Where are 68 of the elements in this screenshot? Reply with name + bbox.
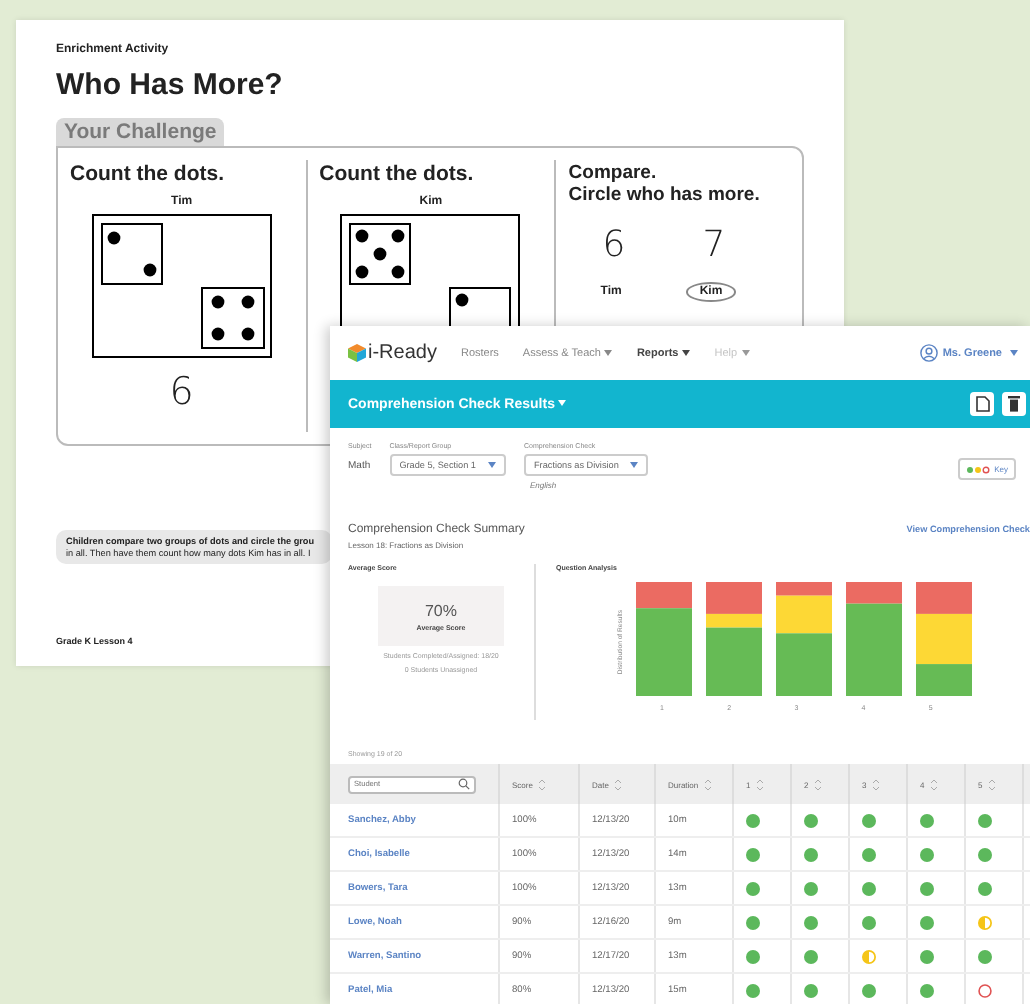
caret-icon — [1010, 350, 1018, 356]
filled-dot-icon — [804, 949, 818, 963]
user-icon — [920, 344, 939, 362]
filled-dot-icon — [862, 847, 876, 861]
panel-heading: Circle who has more. — [568, 184, 760, 206]
legend-dots-icon — [966, 465, 991, 473]
filled-dot-icon — [862, 881, 876, 895]
filled-dot-icon — [920, 881, 934, 895]
filled-dot-icon — [804, 881, 818, 895]
filled-dot-icon — [746, 915, 760, 929]
filled-dot-icon — [862, 915, 876, 929]
filled-dot-icon — [978, 847, 992, 861]
caret-icon — [630, 462, 639, 469]
caret-icon — [682, 349, 691, 356]
filled-dot-icon — [804, 983, 818, 997]
empty-ring-icon — [978, 983, 992, 997]
written-number: 7 — [702, 224, 723, 266]
document-button[interactable] — [970, 392, 994, 416]
filled-dot-icon — [920, 847, 934, 861]
filled-dot-icon — [920, 813, 934, 827]
sort-icon[interactable] — [872, 777, 881, 791]
sort-icon[interactable] — [614, 777, 623, 791]
document-icon — [975, 396, 989, 412]
filled-dot-icon — [746, 881, 760, 895]
result-bar — [846, 582, 902, 696]
result-bar — [916, 582, 972, 696]
worksheet-title: Who Has More? — [56, 68, 285, 102]
sort-icon[interactable] — [538, 777, 547, 791]
result-bar — [706, 582, 762, 696]
app-logo: i-Ready — [368, 342, 437, 364]
sort-icon[interactable] — [814, 777, 823, 791]
trash-icon — [1008, 396, 1020, 412]
half-filled-dot-icon — [862, 949, 876, 963]
caret-icon — [488, 462, 496, 469]
caret-icon — [741, 349, 750, 356]
filled-dot-icon — [978, 813, 992, 827]
filled-dot-icon — [862, 813, 876, 827]
result-bar — [776, 582, 832, 696]
filled-dot-icon — [746, 847, 760, 861]
average-score-value: 70% — [424, 601, 457, 619]
sort-icon[interactable] — [930, 777, 939, 791]
delete-button[interactable] — [1002, 392, 1026, 416]
filled-dot-icon — [920, 915, 934, 929]
filled-dot-icon — [804, 915, 818, 929]
panel-heading: Count the dots. — [70, 162, 224, 186]
logo-icon — [348, 344, 366, 362]
filled-dot-icon — [746, 983, 760, 997]
written-number: 6 — [602, 224, 623, 266]
caret-icon — [604, 349, 613, 356]
written-answer: 6 — [169, 370, 194, 414]
filled-dot-icon — [804, 813, 818, 827]
half-filled-dot-icon — [978, 915, 992, 929]
filled-dot-icon — [862, 983, 876, 997]
filled-dot-icon — [746, 813, 760, 827]
sort-icon[interactable] — [756, 777, 765, 791]
panel-heading: Count the dots. — [319, 162, 474, 186]
filled-dot-icon — [978, 949, 992, 963]
caret-icon — [558, 400, 567, 407]
sort-icon[interactable] — [704, 777, 713, 791]
filled-dot-icon — [978, 881, 992, 895]
filled-dot-icon — [920, 949, 934, 963]
result-bar — [636, 582, 692, 696]
search-icon — [458, 778, 470, 790]
filled-dot-icon — [920, 983, 934, 997]
filled-dot-icon — [746, 949, 760, 963]
sort-icon[interactable] — [988, 777, 997, 791]
panel-heading: Compare. — [568, 162, 657, 184]
filled-dot-icon — [804, 847, 818, 861]
